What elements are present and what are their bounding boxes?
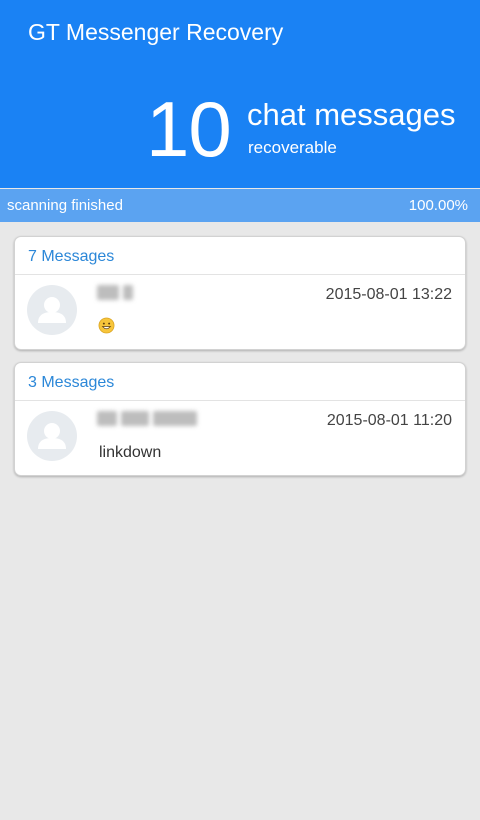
- person-avatar-icon: [27, 411, 77, 461]
- message-count-label: 3 Messages: [28, 374, 115, 391]
- conversation-card-header: 3 Messages: [15, 363, 465, 401]
- grinning-emoji-icon: [98, 317, 115, 334]
- message-timestamp: 2015-08-01 11:20: [326, 412, 452, 429]
- recoverable-sublabel: recoverable: [248, 138, 337, 157]
- app-header: GT Messenger Recovery 10 chat messages r…: [0, 0, 480, 188]
- message-preview: linkdown: [99, 444, 162, 461]
- message-count-label: 7 Messages: [28, 248, 115, 265]
- sender-name-redacted: [97, 284, 137, 306]
- conversation-card[interactable]: 7 Messages 2015-08-01 13:22: [14, 236, 466, 350]
- person-avatar-icon: [27, 285, 77, 335]
- sender-name-redacted: [97, 410, 201, 432]
- message-timestamp: 2015-08-01 13:22: [325, 286, 452, 303]
- conversation-card[interactable]: 3 Messages 2015-08-01 11:20 linkdown: [14, 362, 466, 476]
- app-title: GT Messenger Recovery: [28, 19, 284, 45]
- recoverable-count: 10: [146, 85, 232, 173]
- conversation-card-header: 7 Messages: [15, 237, 465, 275]
- scan-progress-bar: scanning finished 100.00%: [0, 189, 480, 222]
- recoverable-label: chat messages: [247, 97, 456, 132]
- scan-status-text: scanning finished: [7, 197, 123, 214]
- scan-percent-text: 100.00%: [408, 197, 468, 214]
